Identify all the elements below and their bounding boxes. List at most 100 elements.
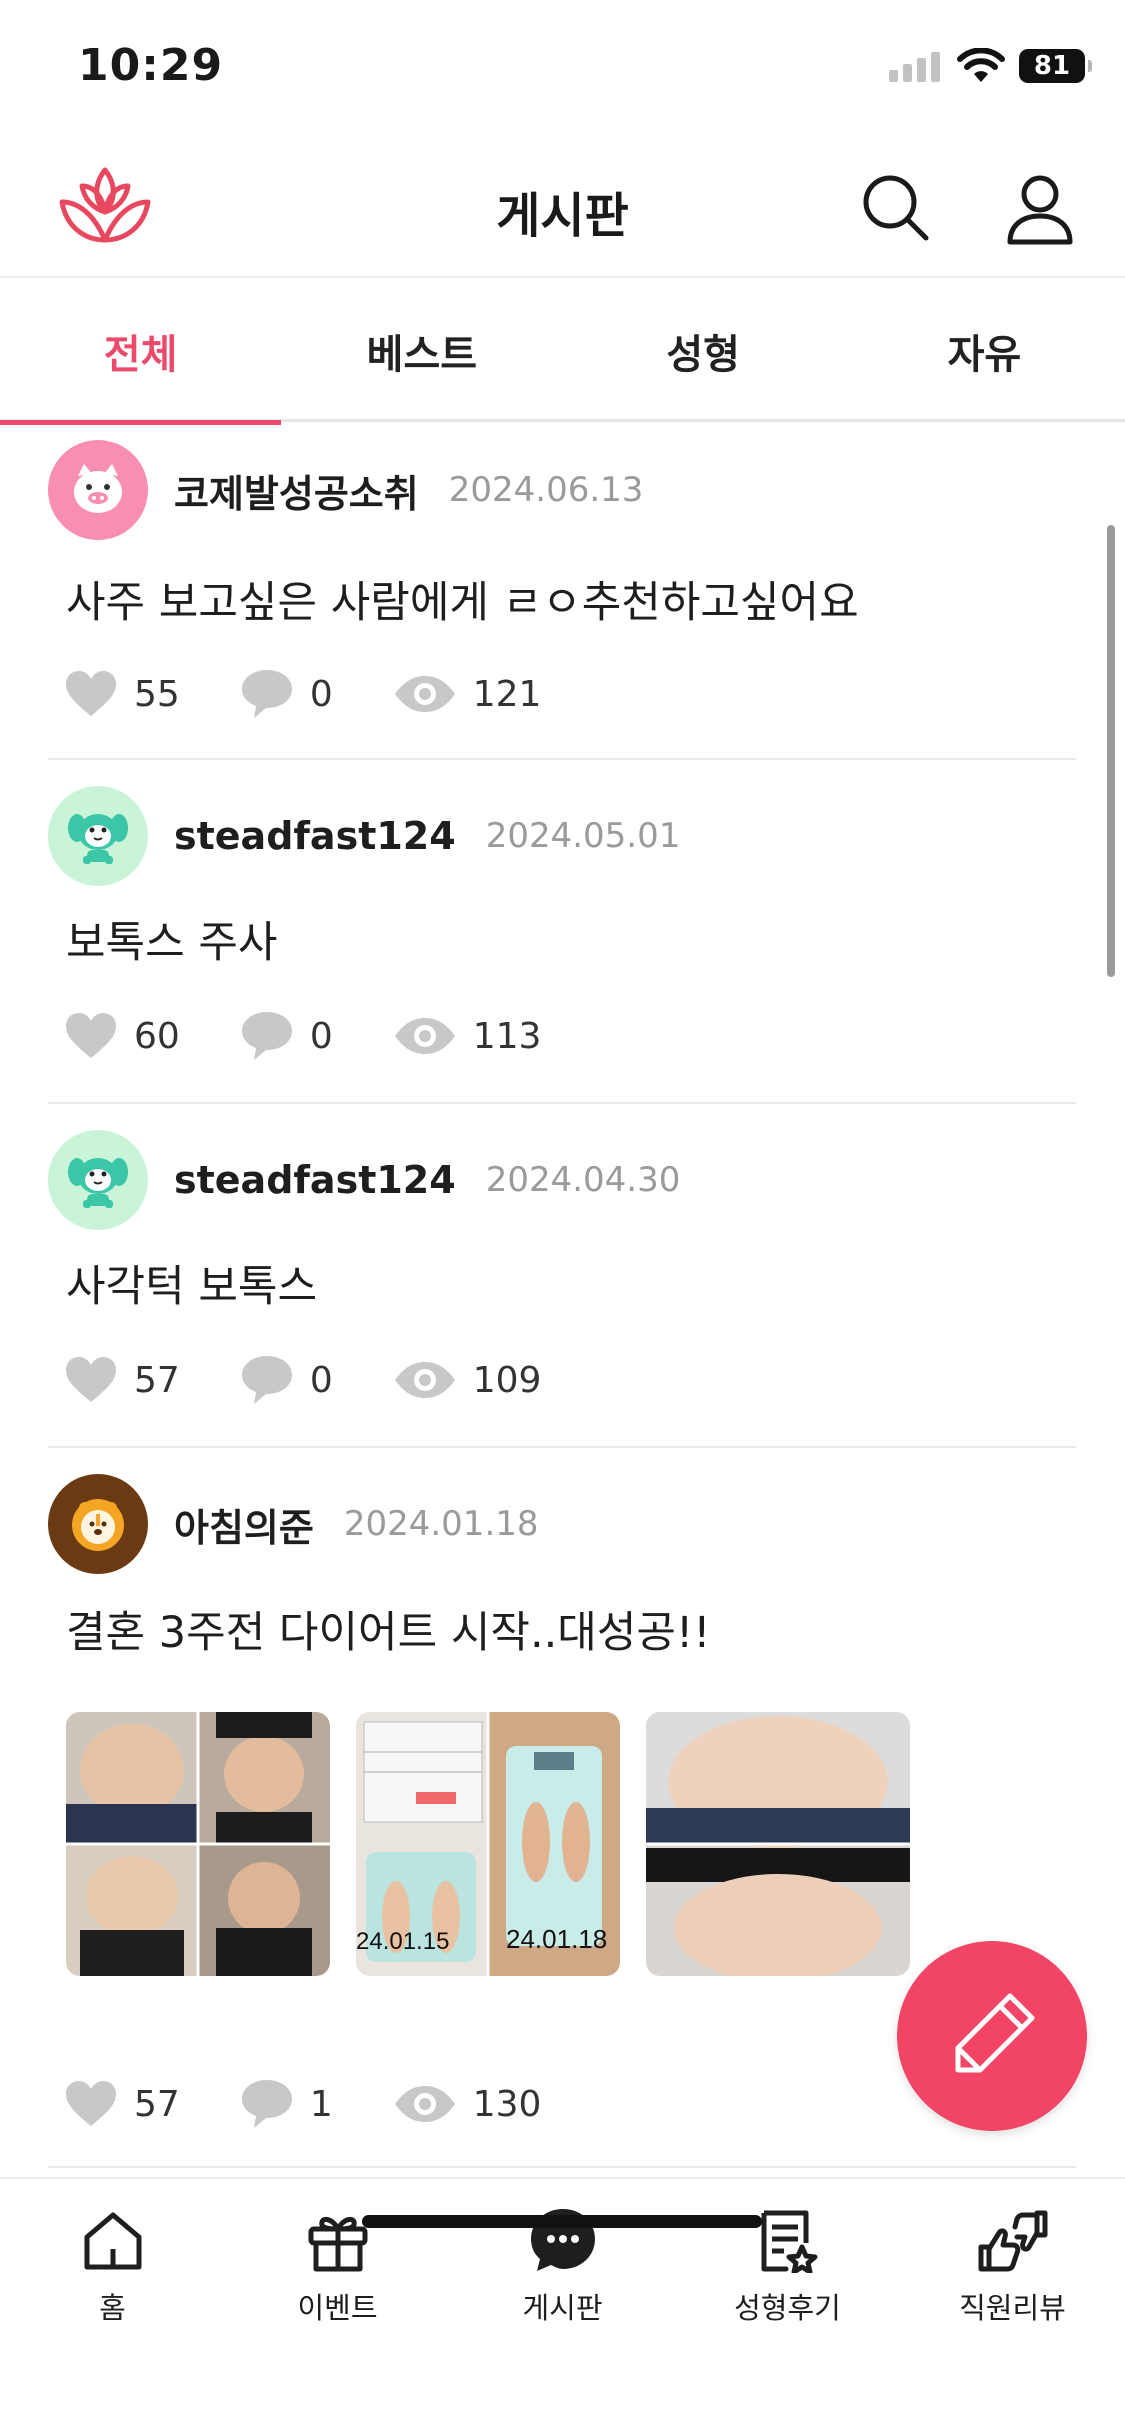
post-stats: 57 0 109 [64,1352,601,1408]
view-stat: 113 [393,1015,542,1057]
heart-icon [66,1013,116,1058]
pig-avatar[interactable] [48,440,148,540]
nav-label: 게시판 [522,2291,603,2325]
post-title[interactable]: 보톡스 주사 [66,908,277,970]
post-stats: 57 1 130 [64,2076,601,2132]
post-author-row: 아침의준 2024.01.18 [48,1474,539,1574]
comment-stat[interactable]: 0 [240,1010,333,1062]
gift-icon [308,2217,367,2272]
post-date: 2024.06.13 [448,470,644,510]
puppy-face-icon [68,1158,128,1208]
comment-count: 0 [309,1359,333,1401]
post-author-row: 코제발성공소취 2024.06.13 [48,440,643,540]
tab-free[interactable]: 자유 [844,280,1125,422]
author-name[interactable]: 아침의준 [174,1497,314,1552]
post-date: 2024.01.18 [343,1504,539,1544]
post-item[interactable]: steadfast124 2024.04.30 사각턱 보톡스 57 0 109 [48,1104,1076,1448]
like-stat[interactable]: 60 [64,1012,180,1060]
battery-level: 81 [1033,51,1071,81]
feed-scrollbar[interactable] [1107,525,1115,977]
post-date: 2024.04.30 [485,1160,681,1200]
status-icons: 81 [889,48,1092,84]
page-title: 게시판 [496,188,629,244]
like-count: 55 [134,673,180,715]
before-after-art [646,1712,910,1976]
tab-plastic-surgery[interactable]: 성형 [563,280,844,422]
scale-photo-image[interactable]: 24.01.15 24.01.18 [356,1712,620,1976]
view-stat: 121 [393,673,542,715]
post-feed: 코제발성공소취 2024.06.13 사주 보고싶은 사람에게 ㄹㅇ추천하고싶어… [0,422,1125,2177]
like-stat[interactable]: 57 [64,2080,180,2128]
comment-stat[interactable]: 0 [240,1354,333,1406]
comment-icon [241,1012,292,1060]
status-time: 10:29 [78,40,224,91]
profile-icon[interactable] [1000,168,1080,248]
post-title[interactable]: 결혼 3주전 다이어트 시작..대성공!! [66,1598,710,1660]
view-stat: 109 [393,1359,542,1401]
thumbs-icon [978,2210,1047,2272]
write-post-button[interactable] [897,1941,1087,2131]
author-name[interactable]: 코제발성공소취 [174,463,419,518]
view-count: 130 [472,2083,542,2125]
post-item[interactable]: 코제발성공소취 2024.06.13 사주 보고싶은 사람에게 ㄹㅇ추천하고싶어… [48,422,1076,760]
nav-label: 홈 [99,2291,126,2325]
home-indicator [362,2215,762,2228]
lion-face-icon [72,1499,124,1551]
scale-date-left: 24.01.15 [356,1928,450,1955]
pig-face-icon [74,464,122,513]
app-header: 게시판 [0,140,1125,278]
post-title[interactable]: 사주 보고싶은 사람에게 ㄹㅇ추천하고싶어요 [66,568,859,630]
like-stat[interactable]: 55 [64,670,180,718]
nav-label: 성형후기 [734,2291,841,2325]
post-author-row: steadfast124 2024.05.01 [48,786,680,886]
eye-icon [394,2086,455,2122]
heart-icon [66,671,116,716]
post-title[interactable]: 사각턱 보톡스 [66,1252,317,1314]
board-tabs: 전체 베스트 성형 자유 [0,280,1125,425]
view-count: 113 [472,1015,542,1057]
pencil-icon [955,1993,1035,2073]
heart-icon [66,2081,116,2126]
like-stat[interactable]: 57 [64,1356,180,1404]
heart-icon [66,1357,116,1402]
like-count: 57 [134,1359,180,1401]
post-item[interactable]: steadfast124 2024.05.01 보톡스 주사 60 0 113 [48,760,1076,1104]
search-icon[interactable] [856,168,936,248]
belly-collage-image[interactable] [66,1712,330,1976]
nav-home[interactable]: 홈 [0,2205,225,2327]
puppy-avatar[interactable] [48,786,148,886]
author-name[interactable]: steadfast124 [174,814,456,858]
comment-icon [241,2080,292,2128]
nav-label: 직원리뷰 [959,2291,1066,2325]
eye-icon [394,1362,455,1398]
review-document-icon [761,2210,817,2273]
tab-best[interactable]: 베스트 [281,280,562,422]
author-name[interactable]: steadfast124 [174,1158,456,1202]
eye-icon [394,676,455,712]
post-date: 2024.05.01 [485,816,681,856]
comment-icon [241,1356,292,1404]
view-count: 109 [472,1359,542,1401]
comment-count: 0 [309,673,333,715]
lion-avatar[interactable] [48,1474,148,1574]
post-stats: 60 0 113 [64,1008,601,1064]
post-stats: 55 0 121 [64,666,601,722]
battery-icon: 81 [1019,49,1092,83]
puppy-avatar[interactable] [48,1130,148,1230]
signal-icon [889,52,940,82]
comment-stat[interactable]: 1 [240,2078,333,2130]
eye-icon [394,1018,455,1054]
nav-staff-review[interactable]: 직원리뷰 [900,2205,1125,2327]
post-thumbnails: 24.01.15 24.01.18 [66,1712,910,1976]
comment-count: 0 [309,1015,333,1057]
nav-label: 이벤트 [297,2291,378,2325]
belly-collage-art [66,1712,330,1976]
before-after-image[interactable] [646,1712,910,1976]
view-count: 121 [472,673,542,715]
scale-date-right: 24.01.18 [506,1924,608,1954]
comment-icon [241,670,292,718]
like-count: 60 [134,1015,180,1057]
comment-stat[interactable]: 0 [240,668,333,720]
like-count: 57 [134,2083,180,2125]
tab-all[interactable]: 전체 [0,280,282,425]
